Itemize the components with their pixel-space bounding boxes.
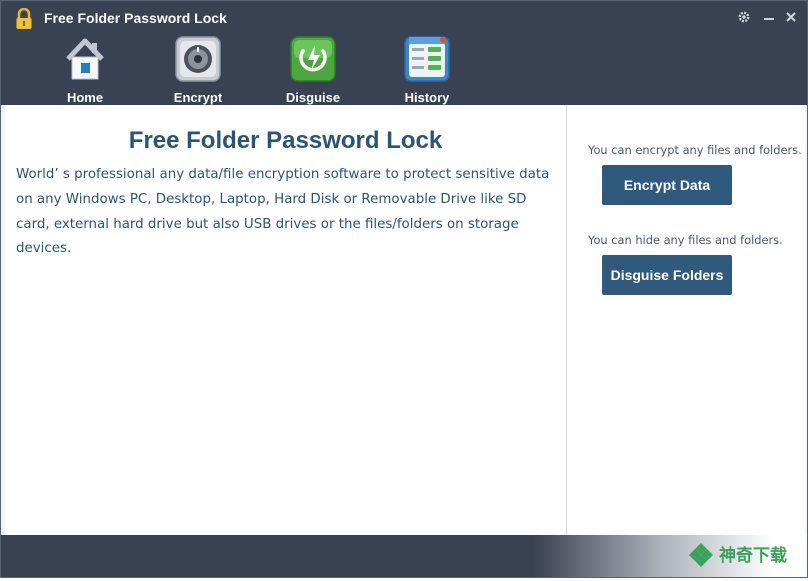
disguise-shield-icon xyxy=(290,36,336,82)
toolbar-home-button[interactable]: Home xyxy=(40,35,130,105)
disguise-folders-button[interactable]: Disguise Folders xyxy=(602,255,732,295)
product-description: World’ s professional any data/file encr… xyxy=(16,167,550,257)
toolbar-history-button[interactable]: History xyxy=(382,35,472,105)
main-content: Free Folder Password Lock World’ s profe… xyxy=(5,105,805,535)
app-window: Free Folder Password Lock Home Encrypt D… xyxy=(0,0,808,578)
gear-icon[interactable] xyxy=(734,7,754,27)
watermark-logo-icon xyxy=(689,543,713,567)
window-title: Free Folder Password Lock xyxy=(44,10,227,26)
watermark-text: 神奇下载 xyxy=(719,545,787,566)
toolbar-history-label: History xyxy=(404,90,450,105)
description-pane: Free Folder Password Lock World’ s profe… xyxy=(5,105,567,535)
actions-pane: You can encrypt any files and folders. E… xyxy=(567,105,805,535)
safe-dial-icon xyxy=(175,36,221,82)
toolbar-disguise-label: Disguise xyxy=(285,90,341,105)
history-list-icon xyxy=(404,36,450,82)
page-title: Free Folder Password Lock xyxy=(128,127,443,154)
toolbar-encrypt-label: Encrypt xyxy=(173,90,223,105)
hide-hint: You can hide any files and folders. xyxy=(588,233,783,247)
close-icon[interactable] xyxy=(781,7,801,27)
toolbar-encrypt-button[interactable]: Encrypt xyxy=(153,35,243,105)
toolbar-home-label: Home xyxy=(66,90,104,105)
header-toolbar: Free Folder Password Lock Home Encrypt D… xyxy=(1,1,807,105)
minimize-icon[interactable] xyxy=(759,7,779,27)
toolbar-disguise-button[interactable]: Disguise xyxy=(268,35,358,105)
watermark: 神奇下载 xyxy=(677,537,807,577)
home-icon xyxy=(66,38,104,80)
encrypt-hint: You can encrypt any files and folders. xyxy=(588,143,802,157)
padlock-icon xyxy=(16,8,32,29)
encrypt-data-button[interactable]: Encrypt Data xyxy=(602,165,732,205)
